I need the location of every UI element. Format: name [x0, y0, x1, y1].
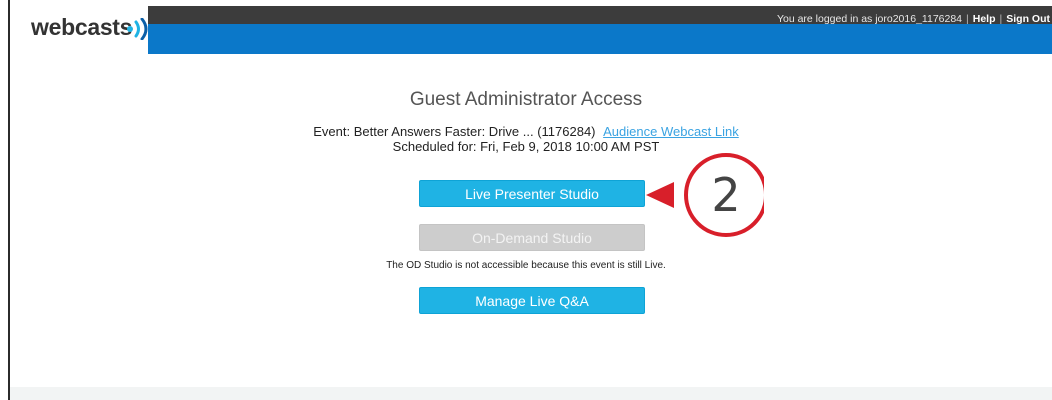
- manage-live-qa-button[interactable]: Manage Live Q&A: [419, 287, 645, 314]
- header-blue-bar: [148, 24, 1052, 54]
- on-demand-studio-button: On-Demand Studio: [419, 224, 645, 251]
- live-presenter-studio-button[interactable]: Live Presenter Studio: [419, 180, 645, 207]
- od-studio-note: The OD Studio is not accessible because …: [386, 260, 666, 271]
- scheduled-text: Scheduled for: Fri, Feb 9, 2018 10:00 AM…: [392, 139, 660, 154]
- audience-webcast-link[interactable]: Audience Webcast Link: [603, 124, 739, 139]
- top-bar: You are logged in as joro2016_1176284 | He…: [148, 6, 1052, 25]
- event-info: Event: Better Answers Faster: Drive ... …: [0, 124, 1052, 139]
- step-callout: 2: [646, 153, 764, 237]
- page-title: Guest Administrator Access: [409, 89, 643, 110]
- footer-strip: [10, 387, 1052, 400]
- logo-area: webcasts: [10, 0, 148, 54]
- callout-number: 2: [711, 168, 740, 222]
- window-frame-left: [8, 0, 10, 400]
- callout-arrow-icon: [646, 182, 674, 208]
- broadcast-icon: [127, 18, 148, 40]
- logo: webcasts: [31, 14, 133, 40]
- event-text: Event: Better Answers Faster: Drive ... …: [313, 124, 596, 139]
